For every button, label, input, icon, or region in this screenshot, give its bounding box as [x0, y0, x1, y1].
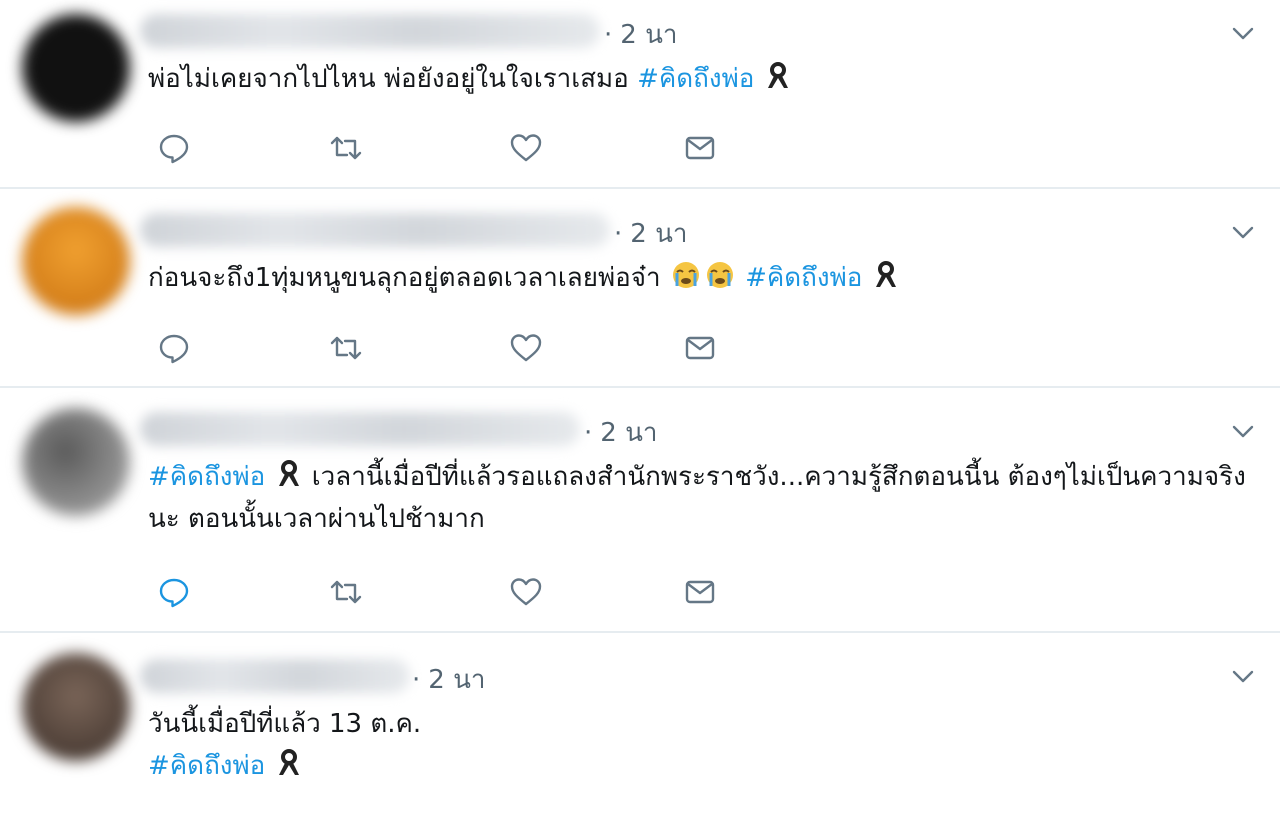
username-blurred[interactable]	[140, 659, 410, 693]
reply-button[interactable]	[156, 330, 192, 366]
heart-icon	[510, 134, 542, 162]
avatar[interactable]	[22, 14, 130, 122]
reply-button[interactable]	[156, 574, 192, 610]
hashtag-link[interactable]: #คิดถึงพ่อ	[148, 751, 265, 781]
hashtag-link[interactable]: #คิดถึงพ่อ	[745, 263, 862, 293]
like-button[interactable]	[508, 130, 544, 166]
tweet-time-label: 2 นา	[620, 20, 678, 50]
tweet-actions	[156, 330, 756, 366]
black-ribbon-icon	[278, 460, 299, 486]
like-button[interactable]	[508, 330, 544, 366]
tweet[interactable]: · 2 นา ก่อนจะถึง1ทุ่มหนูขนลุกอยู่ตลอดเวลา…	[0, 189, 1280, 387]
message-button[interactable]	[682, 330, 718, 366]
black-ribbon-icon	[767, 62, 788, 88]
tweet-time[interactable]: · 2 นา	[614, 213, 687, 254]
tweet-time[interactable]: · 2 นา	[604, 14, 677, 55]
envelope-icon	[685, 136, 715, 160]
retweet-icon	[330, 336, 362, 360]
tweet-actions	[156, 130, 756, 166]
tweet-time[interactable]: · 2 นา	[584, 412, 657, 453]
username-blurred[interactable]	[140, 14, 600, 48]
username-blurred[interactable]	[140, 412, 580, 446]
black-ribbon-icon	[278, 749, 299, 775]
tweet-time-label: 2 นา	[600, 418, 658, 448]
envelope-icon	[685, 336, 715, 360]
retweet-icon	[330, 136, 362, 160]
tweet-time-label: 2 นา	[630, 219, 688, 249]
reply-icon	[159, 134, 189, 164]
like-button[interactable]	[508, 574, 544, 610]
reply-icon	[159, 334, 189, 364]
tweet-body: วันนี้เมื่อปีที่แล้ว 13 ต.ค.	[148, 709, 422, 739]
crying-face-icon	[672, 262, 699, 288]
tweet[interactable]: · 2 นา พ่อไม่เคยจากไปไหน พ่อยังอยู่ในใจเร…	[0, 0, 1280, 188]
reply-icon	[159, 578, 189, 608]
tweet-text: พ่อไม่เคยจากไปไหน พ่อยังอยู่ในใจเราเสมอ …	[148, 58, 1250, 100]
black-ribbon-icon	[875, 261, 896, 287]
retweet-button[interactable]	[328, 130, 364, 166]
hashtag-link[interactable]: #คิดถึงพ่อ	[637, 64, 754, 94]
message-button[interactable]	[682, 130, 718, 166]
username-blurred[interactable]	[140, 213, 610, 247]
chevron-down-icon[interactable]	[1228, 18, 1258, 48]
tweet-actions	[156, 574, 756, 610]
tweet-text: ก่อนจะถึง1ทุ่มหนูขนลุกอยู่ตลอดเวลาเลยพ่อ…	[148, 257, 1250, 299]
heart-icon	[510, 334, 542, 362]
message-button[interactable]	[682, 574, 718, 610]
avatar[interactable]	[22, 207, 130, 315]
tweet-time[interactable]: · 2 นา	[412, 659, 485, 700]
tweet-feed: · 2 นา พ่อไม่เคยจากไปไหน พ่อยังอยู่ในใจเร…	[0, 0, 1280, 816]
tweet-body: พ่อไม่เคยจากไปไหน พ่อยังอยู่ในใจเราเสมอ	[148, 64, 638, 94]
retweet-button[interactable]	[328, 574, 364, 610]
envelope-icon	[685, 580, 715, 604]
tweet-body: เวลานี้เมื่อปีที่แล้วรอแถลงสำนักพระราชวั…	[148, 462, 1246, 534]
tweet[interactable]: · 2 นา วันนี้เมื่อปีที่แล้ว 13 ต.ค. #คิดถ…	[0, 633, 1280, 816]
crying-face-icon	[706, 262, 733, 288]
tweet-body: ก่อนจะถึง1ทุ่มหนูขนลุกอยู่ตลอดเวลาเลยพ่อ…	[148, 263, 669, 293]
avatar[interactable]	[22, 408, 130, 516]
hashtag-link[interactable]: #คิดถึงพ่อ	[148, 462, 265, 492]
avatar[interactable]	[22, 653, 130, 761]
tweet-text: #คิดถึงพ่อ เวลานี้เมื่อปีที่แล้วรอแถลงสำ…	[148, 456, 1250, 540]
reply-button[interactable]	[156, 130, 192, 166]
chevron-down-icon[interactable]	[1228, 217, 1258, 247]
chevron-down-icon[interactable]	[1228, 661, 1258, 691]
tweet-time-label: 2 นา	[428, 665, 486, 695]
heart-icon	[510, 578, 542, 606]
retweet-button[interactable]	[328, 330, 364, 366]
retweet-icon	[330, 580, 362, 604]
tweet-text: วันนี้เมื่อปีที่แล้ว 13 ต.ค. #คิดถึงพ่อ	[148, 703, 1250, 787]
chevron-down-icon[interactable]	[1228, 416, 1258, 446]
tweet[interactable]: · 2 นา #คิดถึงพ่อ เวลานี้เมื่อปีที่แล้วรอ…	[0, 388, 1280, 632]
